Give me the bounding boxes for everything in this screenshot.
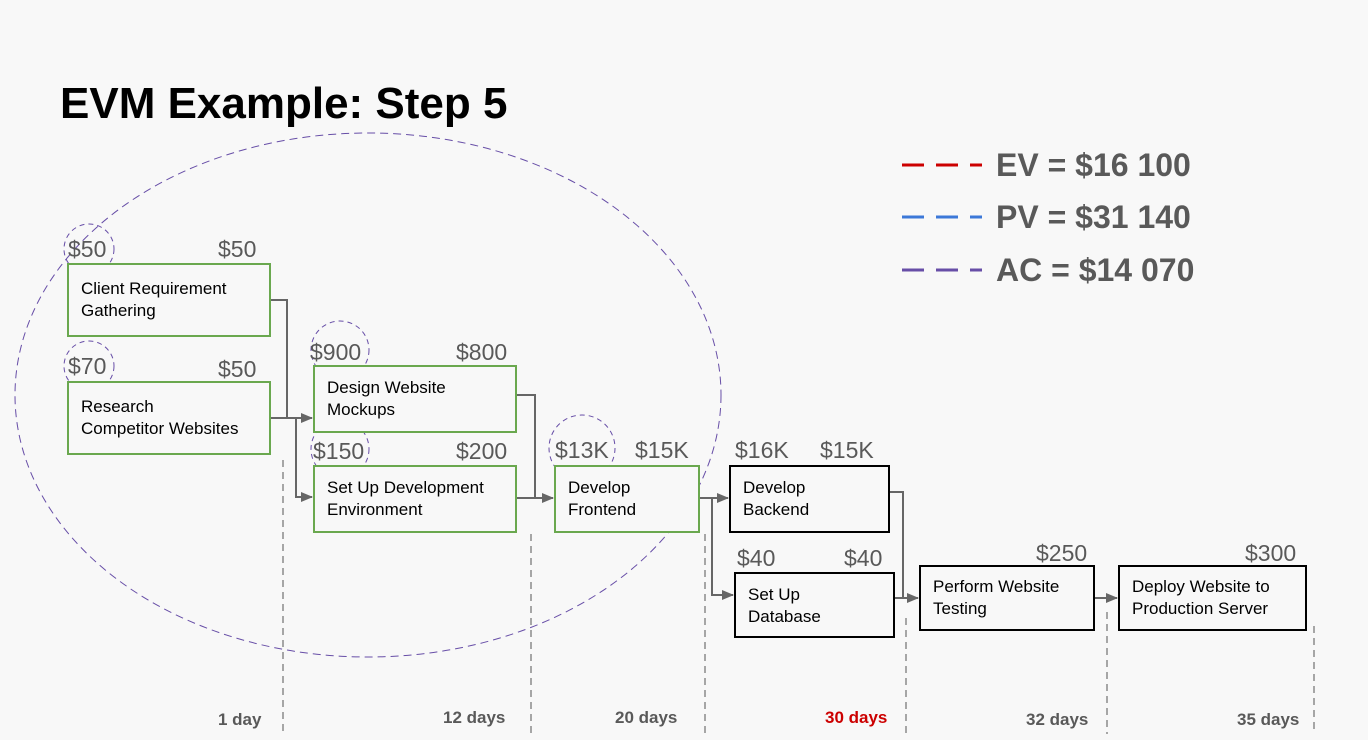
- actual-cost-label: $900: [310, 339, 362, 365]
- task-name-line: Design Website: [327, 378, 446, 397]
- planned-cost-label: $200: [456, 438, 508, 464]
- task-set-up-development-environment[interactable]: Set Up Development Environment: [313, 465, 517, 533]
- connector-design-to-merge: [516, 394, 536, 498]
- actual-cost-label: $150: [313, 438, 365, 464]
- legend-ev-label: EV = $16 100: [996, 146, 1191, 183]
- task-research-competitor-websites[interactable]: Research Competitor Websites: [67, 381, 271, 455]
- task-name-line: Develop: [568, 478, 631, 497]
- task-name-line: Mockups: [327, 400, 396, 419]
- task-name-line: Backend: [743, 500, 810, 519]
- task-design-website-mockups[interactable]: Design Website Mockups: [313, 365, 517, 433]
- connector-client-to-merge: [270, 299, 288, 418]
- legend-pv: PV = $31 140: [902, 197, 1191, 237]
- legend-ev: EV = $16 100: [902, 145, 1191, 185]
- ev-dash-icon: [902, 163, 982, 167]
- task-client-requirement-gathering[interactable]: Client Requirement Gathering: [67, 263, 271, 337]
- task-name-line: Frontend: [568, 500, 637, 519]
- task-develop-frontend[interactable]: Develop Frontend: [554, 465, 700, 533]
- task-name-line: Develop: [743, 478, 806, 497]
- legend-ac-label: AC = $14 070: [996, 251, 1195, 288]
- planned-cost-label: $15K: [820, 437, 874, 463]
- timeline-label: 1 day: [218, 710, 262, 729]
- legend-ac: AC = $14 070: [902, 250, 1194, 290]
- task-name-line: Set Up: [748, 585, 800, 604]
- timeline-label: 32 days: [1026, 710, 1089, 729]
- planned-cost-label: $800: [456, 339, 508, 365]
- timeline-label: 35 days: [1237, 710, 1300, 729]
- actual-cost-label: $16K: [735, 437, 789, 463]
- connector-to-setup-dev: [295, 418, 313, 502]
- timeline-label: 12 days: [443, 708, 506, 727]
- task-set-up-database[interactable]: Set Up Database: [734, 572, 895, 638]
- ac-dash-icon: [902, 268, 982, 272]
- task-name-line: Client Requirement: [81, 279, 227, 298]
- actual-cost-label: $40: [737, 545, 776, 571]
- legend-pv-label: PV = $31 140: [996, 198, 1191, 235]
- task-name-line: Perform Website: [933, 577, 1060, 596]
- planned-cost-label: $50: [218, 236, 257, 262]
- actual-cost-label: $70: [68, 353, 107, 379]
- task-perform-website-testing[interactable]: Perform Website Testing: [919, 565, 1095, 631]
- task-name-line: Environment: [327, 500, 423, 519]
- task-develop-backend[interactable]: Develop Backend: [729, 465, 890, 533]
- actual-cost-label: $13K: [555, 437, 609, 463]
- task-name-line: Database: [748, 607, 821, 626]
- task-deploy-website-to-production-server[interactable]: Deploy Website to Production Server: [1118, 565, 1307, 631]
- task-name-line: Deploy Website to: [1132, 577, 1270, 596]
- actual-cost-label: $50: [68, 236, 107, 262]
- planned-cost-label: $40: [844, 545, 883, 571]
- task-name-line: Set Up Development: [327, 478, 484, 497]
- task-name-line: Testing: [933, 599, 987, 618]
- planned-cost-label: $50: [218, 356, 257, 382]
- planned-cost-label: $250: [1036, 540, 1088, 566]
- page-title: EVM Example: Step 5: [60, 79, 508, 128]
- planned-cost-label: $15K: [635, 437, 689, 463]
- task-name-line: Gathering: [81, 301, 156, 320]
- timeline-label: 20 days: [615, 708, 678, 727]
- timeline-label-current: 30 days: [825, 708, 888, 727]
- pv-dash-icon: [902, 215, 982, 219]
- task-name-line: Competitor Websites: [81, 419, 239, 438]
- task-name-line: Research: [81, 397, 154, 416]
- planned-cost-label: $300: [1245, 540, 1297, 566]
- task-name-line: Production Server: [1132, 599, 1269, 618]
